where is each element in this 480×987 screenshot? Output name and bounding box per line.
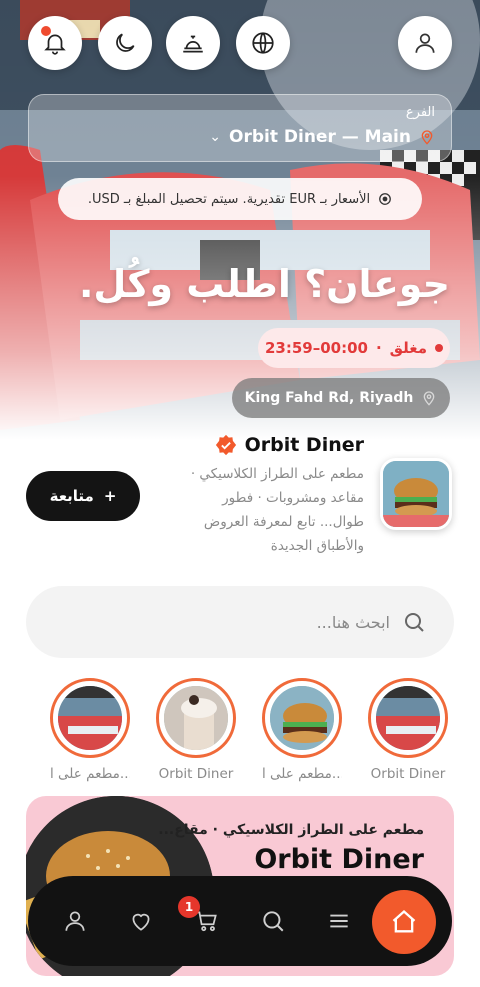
globe-icon bbox=[252, 32, 274, 54]
story-image bbox=[162, 684, 230, 752]
info-icon bbox=[379, 193, 392, 205]
status-separator: · bbox=[375, 339, 382, 357]
address-badge[interactable]: King Fahd Rd, Riyadh bbox=[232, 378, 450, 418]
chevron-down-icon: ⌄ bbox=[209, 129, 221, 145]
bottom-navigation: 1 bbox=[28, 876, 452, 966]
notifications-button[interactable] bbox=[28, 16, 82, 70]
search-icon bbox=[405, 613, 424, 632]
story-ring bbox=[50, 678, 130, 758]
nav-menu[interactable] bbox=[324, 906, 354, 936]
user-icon bbox=[65, 911, 85, 931]
plus-icon: + bbox=[103, 487, 117, 505]
story-image bbox=[56, 684, 124, 752]
currency-notice-text: الأسعار بـ EUR تقديرية. سيتم تحصيل المبل… bbox=[87, 191, 371, 207]
status-state: مغلق bbox=[389, 339, 428, 357]
story-item[interactable]: Orbit Diner bbox=[368, 678, 448, 782]
search-input[interactable]: ابحث هنا... bbox=[26, 586, 454, 658]
nav-home[interactable] bbox=[372, 890, 436, 954]
moon-icon bbox=[116, 33, 135, 52]
profile-button[interactable] bbox=[398, 16, 452, 70]
status-badge: مغلق · 00:00–23:59 bbox=[258, 328, 450, 368]
call-waiter-button[interactable] bbox=[166, 16, 220, 70]
dark-mode-button[interactable] bbox=[98, 16, 152, 70]
story-label: Orbit Diner bbox=[370, 766, 446, 782]
story-label: مطعم على ا... bbox=[50, 766, 130, 782]
hero-banner bbox=[0, 0, 480, 440]
user-icon bbox=[415, 33, 435, 53]
restaurant-avatar[interactable] bbox=[380, 458, 452, 530]
follow-label: متابعة bbox=[49, 487, 94, 505]
story-label: مطعم على ا... bbox=[262, 766, 342, 782]
status-hours: 00:00–23:59 bbox=[264, 339, 368, 357]
burger-image bbox=[383, 461, 449, 527]
story-item[interactable]: مطعم على ا... bbox=[50, 678, 130, 782]
branch-label: الفرع bbox=[405, 105, 435, 120]
address-text: King Fahd Rd, Riyadh bbox=[244, 390, 414, 406]
hero-title: جوعان؟ اطلب وكُل. bbox=[78, 262, 450, 306]
branch-row: ⌄ Orbit Diner — Main bbox=[209, 127, 435, 147]
restaurant-description: مطعم على الطراز الكلاسيكي · مقاعد ومشروب… bbox=[190, 466, 364, 554]
story-image bbox=[374, 684, 442, 752]
home-icon bbox=[392, 909, 416, 933]
hero-fade bbox=[0, 0, 480, 440]
restaurant-name-row: Orbit Diner bbox=[215, 434, 364, 456]
currency-notice: الأسعار بـ EUR تقديرية. سيتم تحصيل المبل… bbox=[58, 178, 422, 220]
restaurant-name: Orbit Diner bbox=[244, 434, 364, 456]
branch-selector[interactable]: الفرع ⌄ Orbit Diner — Main bbox=[28, 94, 452, 162]
nav-profile[interactable] bbox=[60, 906, 90, 936]
story-label: Orbit Diner bbox=[158, 766, 234, 782]
nav-search[interactable] bbox=[258, 906, 288, 936]
story-image bbox=[268, 684, 336, 752]
promo-subtitle: مطعم على الطراز الكلاسيكي · مقاع... bbox=[158, 822, 424, 838]
search-placeholder: ابحث هنا... bbox=[316, 612, 390, 632]
story-ring bbox=[368, 678, 448, 758]
story-item[interactable]: Orbit Diner bbox=[156, 678, 236, 782]
notification-dot bbox=[41, 26, 51, 36]
heart-icon bbox=[132, 913, 150, 931]
promo-title: Orbit Diner bbox=[254, 844, 424, 875]
cart-count-badge: 1 bbox=[178, 896, 200, 918]
location-pin-icon bbox=[421, 130, 433, 145]
verified-badge-icon bbox=[215, 434, 236, 456]
language-button[interactable] bbox=[236, 16, 290, 70]
search-icon bbox=[263, 911, 284, 932]
story-ring bbox=[156, 678, 236, 758]
service-bell-icon bbox=[183, 35, 203, 53]
location-pin-icon bbox=[424, 391, 435, 406]
story-ring bbox=[262, 678, 342, 758]
follow-button[interactable]: + متابعة bbox=[26, 471, 140, 521]
story-item[interactable]: مطعم على ا... bbox=[262, 678, 342, 782]
menu-icon bbox=[330, 914, 348, 928]
status-dot bbox=[435, 344, 444, 352]
branch-name: Orbit Diner — Main bbox=[229, 127, 411, 147]
nav-favorites[interactable] bbox=[126, 906, 156, 936]
